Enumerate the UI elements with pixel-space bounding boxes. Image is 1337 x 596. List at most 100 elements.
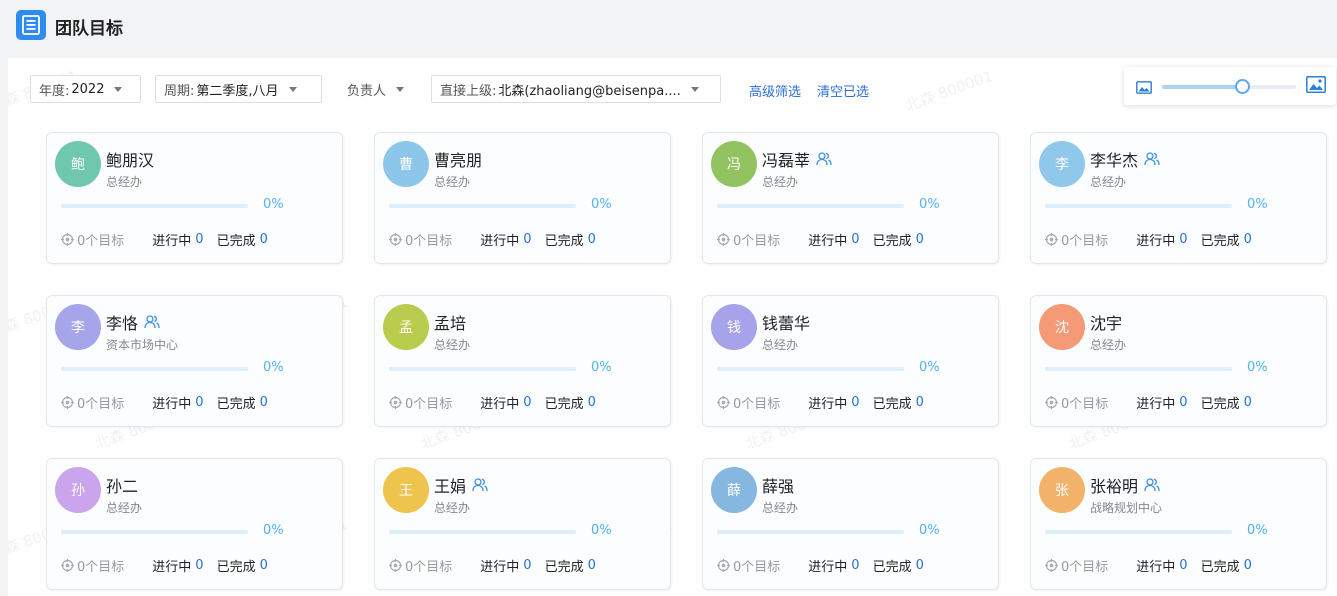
member-name[interactable]: 孙二: [106, 473, 138, 497]
member-name[interactable]: 王娟: [434, 473, 466, 497]
completed-count[interactable]: 0: [260, 232, 268, 247]
in-progress-count[interactable]: 0: [1179, 558, 1187, 573]
completed-count[interactable]: 0: [260, 395, 268, 410]
member-name[interactable]: 张裕明: [1090, 473, 1138, 497]
avatar: 薛: [711, 467, 757, 513]
advanced-filter-link[interactable]: 高级筛选: [749, 81, 801, 100]
member-card[interactable]: 王王娟 总经办 0% 0个目标 进行中 0 已完成 0: [374, 458, 671, 590]
member-card[interactable]: 沈沈宇 总经办 0% 0个目标 进行中 0 已完成 0: [1030, 295, 1327, 427]
completed-count[interactable]: 0: [1244, 395, 1252, 410]
completed-label: 已完成: [544, 234, 584, 249]
progress-bar: [717, 530, 904, 534]
progress-percent: 0%: [591, 360, 612, 375]
member-name-row: 薛强: [762, 473, 794, 497]
in-progress-label: 进行中: [152, 397, 192, 412]
in-progress-count[interactable]: 0: [1179, 395, 1187, 410]
clear-filters-link[interactable]: 清空已选: [817, 81, 869, 100]
completed-count[interactable]: 0: [1244, 558, 1252, 573]
member-name[interactable]: 钱蕾华: [762, 310, 810, 334]
in-progress-label: 进行中: [808, 560, 848, 575]
goal-stats: 0个目标 进行中 0 已完成 0: [717, 393, 924, 412]
goal-count-label: 0个目标: [733, 234, 781, 249]
progress-percent: 0%: [263, 523, 284, 538]
avatar: 沈: [1039, 304, 1085, 350]
target-icon: [1045, 396, 1058, 409]
member-card[interactable]: 张张裕明 战略规划中心 0% 0个目标 进行中 0 已完成 0: [1030, 458, 1327, 590]
in-progress-count[interactable]: 0: [195, 395, 203, 410]
in-progress-count[interactable]: 0: [195, 558, 203, 573]
member-name[interactable]: 孟培: [434, 310, 466, 334]
member-name[interactable]: 曹亮朋: [434, 147, 482, 171]
completed-count[interactable]: 0: [588, 232, 596, 247]
year-filter[interactable]: 年度: 2022: [30, 75, 141, 103]
period-filter[interactable]: 周期: 第二季度,八月: [155, 75, 322, 103]
goal-stats: 0个目标 进行中 0 已完成 0: [1045, 556, 1252, 575]
goal-count: 0个目标: [389, 393, 452, 412]
member-card[interactable]: 曹曹亮朋 总经办 0% 0个目标 进行中 0 已完成 0: [374, 132, 671, 264]
completed-label: 已完成: [544, 560, 584, 575]
image-large-icon[interactable]: [1306, 76, 1326, 97]
member-name-row: 孙二: [106, 473, 138, 497]
progress-percent: 0%: [919, 197, 940, 212]
member-card[interactable]: 李李恪 资本市场中心 0% 0个目标 进行中 0 已完成 0: [46, 295, 343, 427]
document-icon: [16, 10, 46, 40]
completed-count[interactable]: 0: [588, 395, 596, 410]
completed-count[interactable]: 0: [916, 395, 924, 410]
team-members-icon[interactable]: [472, 478, 488, 492]
top-bar: 团队目标: [0, 0, 1337, 56]
progress-percent: 0%: [263, 197, 284, 212]
zoom-slider[interactable]: [1162, 79, 1296, 94]
team-members-icon[interactable]: [1144, 152, 1160, 166]
progress-percent: 0%: [1247, 197, 1268, 212]
completed-count[interactable]: 0: [588, 558, 596, 573]
owner-filter[interactable]: 负责人: [338, 75, 414, 103]
member-name[interactable]: 冯磊莘: [762, 147, 810, 171]
member-name[interactable]: 李华杰: [1090, 147, 1138, 171]
completed-count[interactable]: 0: [916, 558, 924, 573]
zoom-control: [1124, 67, 1336, 105]
member-card[interactable]: 鲍鲍朋汉 总经办 0% 0个目标 进行中 0 已完成 0: [46, 132, 343, 264]
team-members-icon[interactable]: [816, 152, 832, 166]
completed-count[interactable]: 0: [916, 232, 924, 247]
member-name[interactable]: 沈宇: [1090, 310, 1122, 334]
in-progress-count[interactable]: 0: [523, 232, 531, 247]
zoom-slider-handle[interactable]: [1235, 79, 1251, 94]
in-progress-count[interactable]: 0: [1179, 232, 1187, 247]
member-name[interactable]: 薛强: [762, 473, 794, 497]
goal-count: 0个目标: [61, 556, 124, 575]
target-icon: [717, 559, 730, 572]
completed-count[interactable]: 0: [260, 558, 268, 573]
in-progress-count[interactable]: 0: [851, 395, 859, 410]
avatar: 曹: [383, 141, 429, 187]
member-card[interactable]: 冯冯磊莘 总经办 0% 0个目标 进行中 0 已完成 0: [702, 132, 999, 264]
in-progress-count[interactable]: 0: [195, 232, 203, 247]
member-department: 资本市场中心: [106, 338, 179, 352]
goal-stats: 0个目标 进行中 0 已完成 0: [717, 230, 924, 249]
member-name[interactable]: 鲍朋汉: [106, 147, 154, 171]
in-progress-count[interactable]: 0: [523, 558, 531, 573]
in-progress-count[interactable]: 0: [851, 558, 859, 573]
completed-label: 已完成: [1200, 560, 1240, 575]
completed-count[interactable]: 0: [1244, 232, 1252, 247]
member-department: 总经办: [1090, 175, 1127, 189]
member-card[interactable]: 孙孙二 总经办 0% 0个目标 进行中 0 已完成 0: [46, 458, 343, 590]
progress-bar: [389, 204, 576, 208]
in-progress-count[interactable]: 0: [851, 232, 859, 247]
supervisor-filter[interactable]: 直接上级: 北森(zhaoliang@beisenpa....: [431, 75, 721, 103]
target-icon: [1045, 233, 1058, 246]
member-card[interactable]: 薛薛强 总经办 0% 0个目标 进行中 0 已完成 0: [702, 458, 999, 590]
progress-percent: 0%: [919, 523, 940, 538]
image-small-icon[interactable]: [1136, 79, 1152, 98]
target-icon: [1045, 559, 1058, 572]
member-card[interactable]: 孟孟培 总经办 0% 0个目标 进行中 0 已完成 0: [374, 295, 671, 427]
team-members-icon[interactable]: [1144, 478, 1160, 492]
in-progress-count[interactable]: 0: [523, 395, 531, 410]
completed-label: 已完成: [872, 397, 912, 412]
target-icon: [389, 396, 402, 409]
member-card[interactable]: 李李华杰 总经办 0% 0个目标 进行中 0 已完成 0: [1030, 132, 1327, 264]
member-card[interactable]: 钱钱蕾华 总经办 0% 0个目标 进行中 0 已完成 0: [702, 295, 999, 427]
team-members-icon[interactable]: [144, 315, 160, 329]
goal-count-label: 0个目标: [733, 560, 781, 575]
goal-count-label: 0个目标: [1061, 560, 1109, 575]
member-name[interactable]: 李恪: [106, 310, 138, 334]
